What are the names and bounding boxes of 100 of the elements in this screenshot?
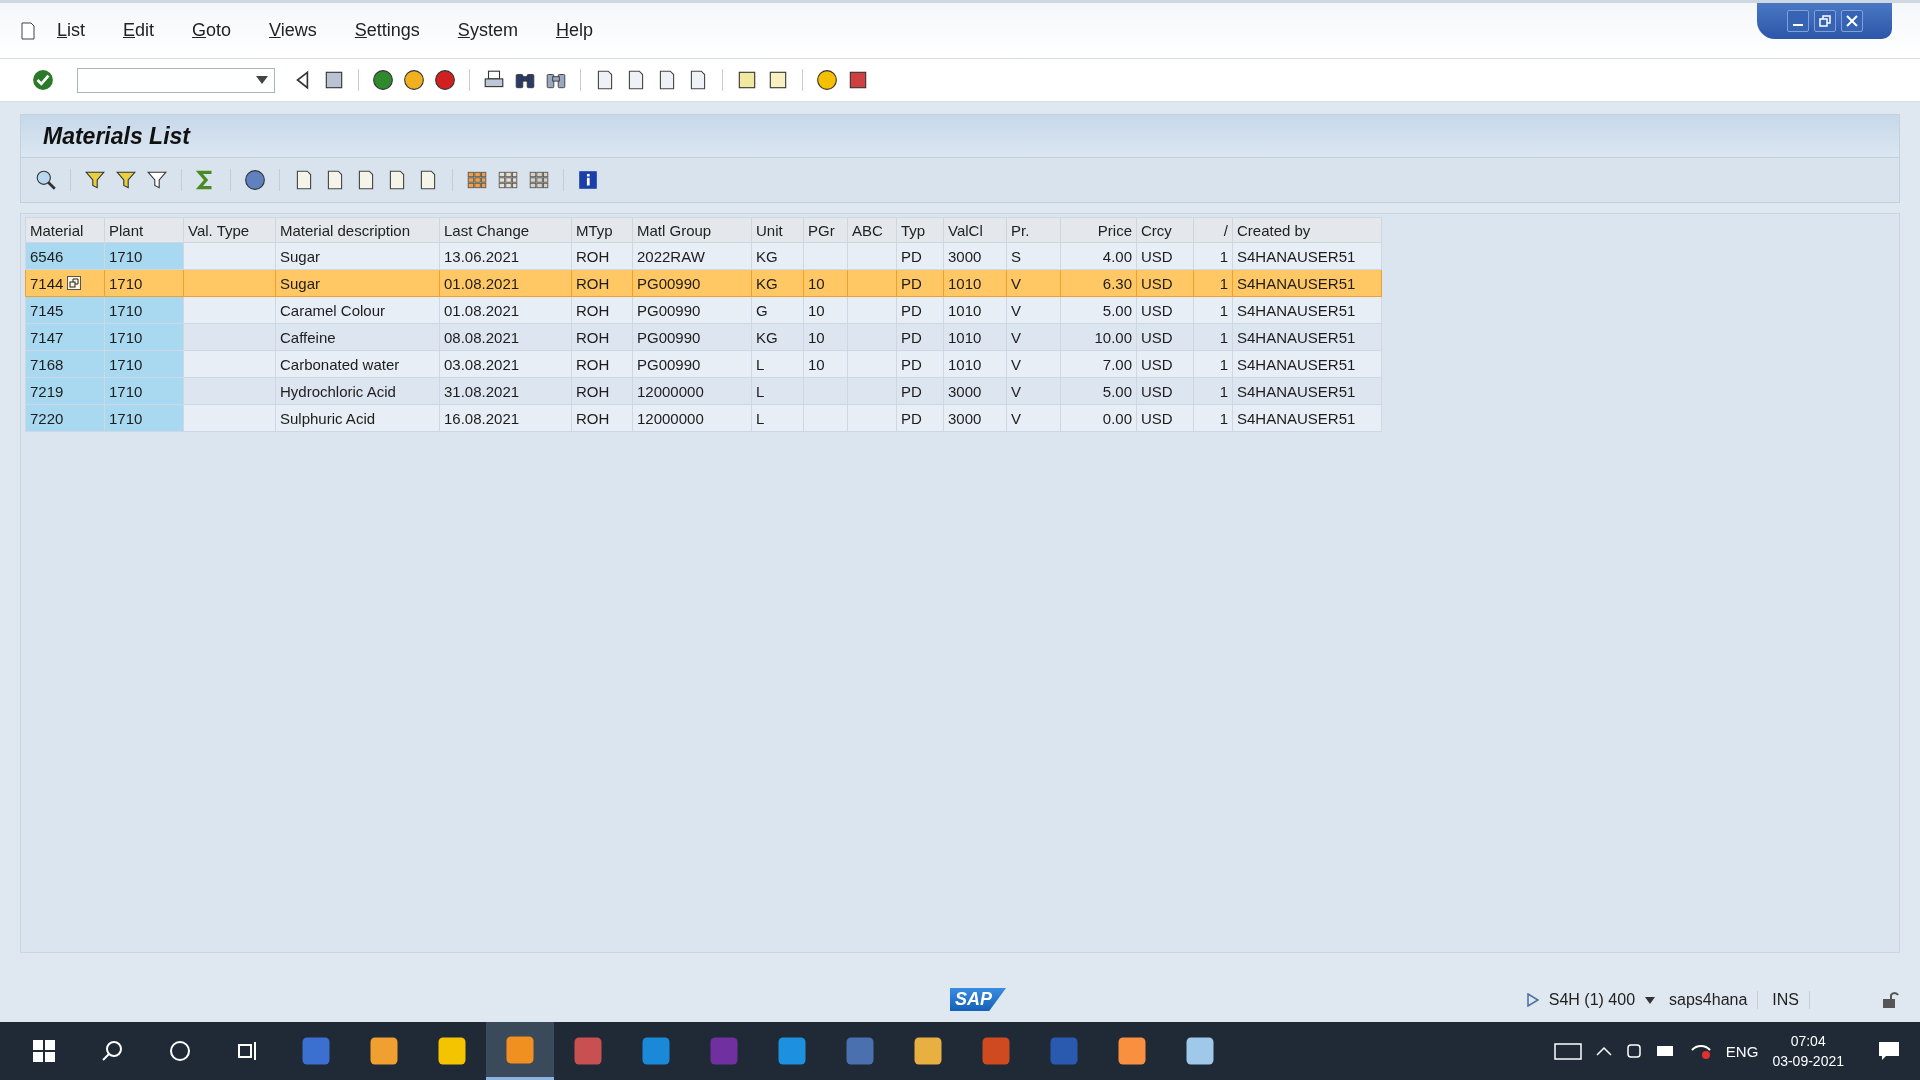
table-cell: 1710 — [104, 296, 184, 324]
menu-item[interactable]: Goto — [173, 20, 251, 41]
table-cell: S4HANAUSER51 — [1232, 350, 1382, 378]
column-header[interactable]: Crcy — [1136, 217, 1194, 243]
input-mode: INS — [1768, 991, 1810, 1009]
column-header[interactable]: Typ — [896, 217, 944, 243]
table-cell: 13.06.2021 — [439, 242, 572, 270]
table-cell: 7147 — [25, 323, 105, 351]
play-icon[interactable] — [1526, 993, 1539, 1007]
app-icon[interactable] — [913, 1036, 943, 1066]
popup-icon[interactable] — [67, 276, 82, 290]
menu-item[interactable]: List — [38, 20, 104, 41]
grid-icon[interactable] — [466, 169, 488, 191]
app-icon[interactable] — [777, 1036, 807, 1066]
table-cell: 1710 — [104, 242, 184, 270]
table-cell: S4HANAUSER51 — [1232, 269, 1382, 297]
logo: SAP — [950, 988, 1006, 1011]
table-cell: Sugar — [275, 242, 440, 270]
column-header[interactable]: Matl Group — [632, 217, 752, 243]
command-field[interactable] — [77, 67, 275, 93]
column-header[interactable]: Unit — [751, 217, 804, 243]
magnifier-icon[interactable] — [35, 169, 57, 191]
table-cell: 12000000 — [632, 377, 752, 405]
close-icon — [1845, 15, 1858, 27]
column-header[interactable]: Last Change — [439, 217, 572, 243]
table-cell: 0.00 — [1060, 404, 1137, 432]
column-header[interactable]: Val. Type — [183, 217, 276, 243]
column-header[interactable]: Plant — [104, 217, 184, 243]
table-cell: PG00990 — [632, 350, 752, 378]
close-button[interactable] — [1840, 10, 1863, 32]
grid-icon[interactable] — [528, 169, 550, 191]
table-cell: S4HANAUSER51 — [1232, 242, 1382, 270]
table-cell: 7219 — [25, 377, 105, 405]
column-header[interactable]: ABC — [847, 217, 897, 243]
app-icon[interactable] — [505, 1034, 535, 1065]
column-header[interactable]: Created by — [1232, 217, 1382, 243]
table-cell: 16.08.2021 — [439, 404, 572, 432]
menu-item[interactable]: Settings — [335, 20, 439, 41]
column-header[interactable]: PGr — [803, 217, 848, 243]
language-indicator[interactable]: ENG — [1725, 1042, 1759, 1060]
table-cell: 10.00 — [1060, 323, 1137, 351]
app-icon[interactable] — [1117, 1036, 1147, 1066]
table-cell: 1710 — [104, 350, 184, 378]
circle-icon[interactable] — [169, 1040, 191, 1062]
column-header[interactable]: Material description — [275, 217, 440, 243]
table-cell: Caffeine — [275, 323, 440, 351]
table-cell: Hydrochloric Acid — [275, 377, 440, 405]
notification-icon[interactable] — [1878, 1041, 1900, 1061]
table-cell: 7144 — [25, 269, 105, 297]
app-icon[interactable] — [1185, 1036, 1215, 1066]
enter-icon[interactable] — [32, 69, 54, 91]
task-view-icon[interactable] — [237, 1040, 259, 1062]
app-icon[interactable] — [437, 1036, 467, 1066]
column-header[interactable]: / — [1193, 217, 1233, 243]
menu-item[interactable]: Views — [250, 20, 336, 41]
menu-item[interactable]: Edit — [104, 20, 174, 41]
menu-item[interactable]: System — [438, 20, 537, 41]
table-cell: 1710 — [104, 404, 184, 432]
system-info: S4H (1) 400 — [1548, 991, 1636, 1009]
table-cell: S4HANAUSER51 — [1232, 323, 1382, 351]
table-cell: 4.00 — [1060, 242, 1137, 270]
menu-item[interactable]: Help — [536, 20, 612, 41]
restore-button[interactable] — [1813, 10, 1836, 32]
column-header[interactable]: MTyp — [571, 217, 633, 243]
table-cell: 1710 — [104, 323, 184, 351]
network-icon[interactable] — [1689, 1042, 1712, 1060]
column-header[interactable]: Price — [1060, 217, 1137, 243]
table-cell: 01.08.2021 — [439, 269, 572, 297]
server-name: saps4hana — [1665, 991, 1759, 1009]
table-cell: 1710 — [104, 269, 184, 297]
grid-icon[interactable] — [497, 169, 519, 191]
filter-icon[interactable] — [146, 169, 168, 191]
table-cell: 7.00 — [1060, 350, 1137, 378]
table-cell: Carbonated water — [275, 350, 440, 378]
table-cell: PG00990 — [632, 323, 752, 351]
app-icon[interactable] — [369, 1036, 399, 1066]
table-cell: 5.00 — [1060, 296, 1137, 324]
windows-logo-icon[interactable] — [33, 1040, 55, 1062]
app-icon[interactable] — [641, 1036, 671, 1066]
table-cell: Sulphuric Acid — [275, 404, 440, 432]
dropdown-icon[interactable] — [1645, 996, 1656, 1004]
table-cell: 2022RAW — [632, 242, 752, 270]
search-icon[interactable] — [101, 1040, 123, 1062]
dropdown-icon[interactable] — [256, 76, 268, 84]
clock[interactable]: 07:04 03-09-2021 — [1772, 1031, 1844, 1071]
table-cell: 1710 — [104, 377, 184, 405]
chevron-icon[interactable] — [1595, 1046, 1612, 1056]
table-cell: 08.08.2021 — [439, 323, 572, 351]
screen-title: Materials List — [43, 122, 190, 150]
column-header[interactable]: ValCl — [943, 217, 1007, 243]
column-header[interactable]: Pr. — [1006, 217, 1061, 243]
funnel-icon[interactable] — [115, 169, 137, 191]
minimize-button[interactable] — [1786, 10, 1809, 32]
column-header[interactable]: Material — [25, 217, 105, 243]
minimize-icon — [1792, 24, 1803, 26]
table-cell: 6546 — [25, 242, 105, 270]
table-cell: PG00990 — [632, 269, 752, 297]
lock-icon[interactable] — [1880, 990, 1900, 1010]
info-icon[interactable] — [577, 169, 599, 191]
table-cell: S4HANAUSER51 — [1232, 296, 1382, 324]
